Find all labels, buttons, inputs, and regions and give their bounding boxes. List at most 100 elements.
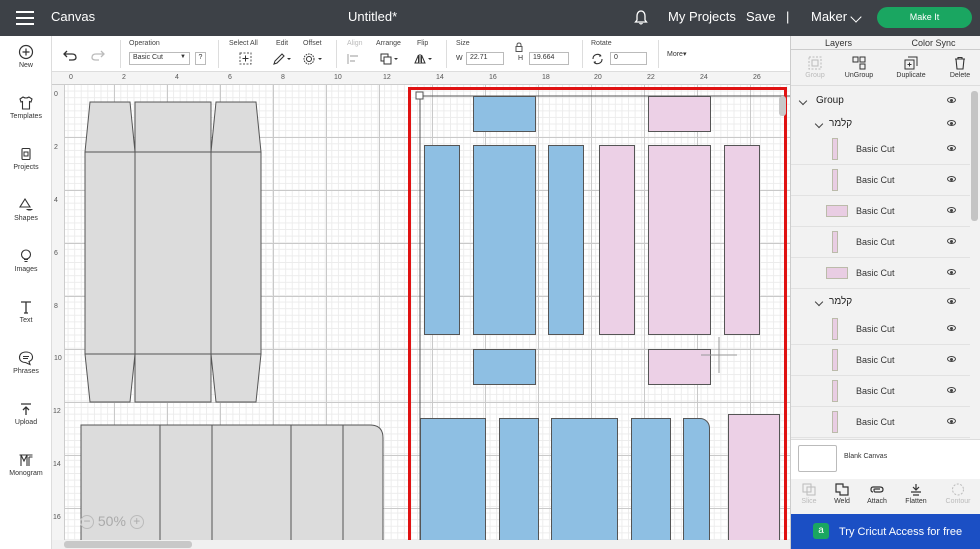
tab-layers[interactable]: Layers bbox=[791, 36, 886, 50]
duplicate-label: Duplicate bbox=[896, 72, 926, 79]
layer-row[interactable]: Basic Cut bbox=[791, 376, 970, 407]
eye-icon[interactable] bbox=[947, 97, 956, 103]
sidebar-item-phrases[interactable]: Phrases bbox=[0, 350, 52, 375]
eye-icon[interactable] bbox=[947, 238, 956, 244]
blank-canvas-row[interactable]: Blank Canvas bbox=[791, 439, 980, 479]
tab-color-sync[interactable]: Color Sync bbox=[886, 36, 980, 50]
select-all-icon[interactable] bbox=[239, 52, 252, 65]
ruler-tick: 14 bbox=[436, 74, 444, 81]
sidebar-item-projects[interactable]: Projects bbox=[0, 146, 52, 171]
more-button[interactable]: More▾ bbox=[667, 50, 686, 58]
delete-button[interactable]: Delete bbox=[936, 56, 980, 79]
canvas-horizontal-scrollbar[interactable] bbox=[52, 540, 790, 549]
sidebar-item-templates[interactable]: Templates bbox=[0, 95, 52, 120]
eye-icon[interactable] bbox=[947, 120, 956, 126]
rotate-icon[interactable] bbox=[591, 53, 604, 65]
rotate-input[interactable]: 0 bbox=[610, 52, 647, 65]
eye-icon[interactable] bbox=[947, 418, 956, 424]
save-button[interactable]: Save bbox=[746, 9, 776, 24]
sidebar-item-monogram[interactable]: Monogram bbox=[0, 452, 52, 477]
chevron-down-icon[interactable] bbox=[814, 297, 824, 307]
top-ruler: 0 2 4 6 8 10 12 14 16 18 20 22 24 26 bbox=[52, 72, 790, 85]
chevron-down-icon[interactable] bbox=[798, 96, 808, 106]
eye-icon[interactable] bbox=[947, 145, 956, 151]
undo-icon[interactable] bbox=[63, 49, 77, 61]
sidebar-item-new[interactable]: New bbox=[0, 44, 52, 69]
pen-icon[interactable] bbox=[273, 53, 291, 65]
sidebar-item-images[interactable]: Images bbox=[0, 248, 52, 273]
cricut-access-cta[interactable]: Try Cricut Access for free bbox=[839, 526, 962, 538]
align-label: Align bbox=[347, 40, 363, 47]
layer-row[interactable]: Basic Cut bbox=[791, 196, 970, 227]
eye-icon[interactable] bbox=[947, 269, 956, 275]
layer-group-row[interactable]: Group bbox=[791, 93, 970, 113]
contour-button[interactable]: Contour bbox=[934, 483, 980, 505]
select-all-button[interactable]: Select All bbox=[229, 40, 258, 47]
design-canvas[interactable] bbox=[65, 85, 790, 540]
ruler-tick: 12 bbox=[53, 408, 61, 415]
canvas-vertical-scrollbar[interactable] bbox=[779, 96, 786, 536]
arrange-icon[interactable] bbox=[380, 53, 400, 65]
sidebar-item-shapes[interactable]: Shapes bbox=[0, 197, 52, 222]
layer-subgroup-row[interactable]: קלמר bbox=[791, 294, 970, 314]
document-title[interactable]: Untitled* bbox=[348, 9, 397, 24]
layer-subgroup-row[interactable]: קלמר bbox=[791, 116, 970, 136]
layer-row[interactable]: Basic Cut bbox=[791, 314, 970, 345]
bell-icon[interactable] bbox=[634, 10, 648, 25]
layer-name: Basic Cut bbox=[856, 237, 895, 247]
width-input[interactable]: 22.71 bbox=[466, 52, 504, 65]
delete-label: Delete bbox=[949, 72, 971, 79]
redo-icon[interactable] bbox=[91, 49, 105, 61]
chevron-down-icon[interactable] bbox=[814, 119, 824, 129]
scrollbar-thumb[interactable] bbox=[779, 96, 786, 116]
eye-icon[interactable] bbox=[947, 298, 956, 304]
layer-name: Basic Cut bbox=[856, 417, 895, 427]
eye-icon[interactable] bbox=[947, 325, 956, 331]
my-projects-link[interactable]: My Projects bbox=[668, 9, 736, 24]
hamburger-icon[interactable] bbox=[16, 11, 34, 25]
eye-icon[interactable] bbox=[947, 176, 956, 182]
make-it-button[interactable]: Make It bbox=[877, 7, 972, 28]
zoom-control: − 50% + bbox=[80, 513, 144, 530]
operation-select[interactable]: Basic Cut ▼ bbox=[129, 52, 190, 65]
eye-icon[interactable] bbox=[947, 387, 956, 393]
ungroup-button[interactable]: UnGroup bbox=[835, 56, 883, 79]
ruler-tick: 6 bbox=[54, 250, 58, 257]
panel-scrollbar[interactable] bbox=[970, 91, 979, 471]
canvas-color-swatch[interactable] bbox=[798, 445, 837, 472]
eye-icon[interactable] bbox=[947, 207, 956, 213]
scrollbar-thumb[interactable] bbox=[64, 541, 192, 548]
layer-row[interactable]: Basic Cut bbox=[791, 134, 970, 165]
duplicate-button[interactable]: Duplicate bbox=[887, 56, 935, 79]
red-highlight-frame bbox=[408, 87, 787, 540]
group-button[interactable]: Group bbox=[791, 56, 839, 79]
zoom-in-button[interactable]: + bbox=[129, 515, 144, 530]
sidebar-item-label: Phrases bbox=[13, 368, 39, 375]
projects-icon bbox=[21, 147, 31, 161]
grey-box-template[interactable] bbox=[84, 100, 264, 405]
operation-help-button[interactable]: ? bbox=[195, 52, 206, 65]
flatten-button[interactable]: Flatten bbox=[892, 483, 940, 505]
layer-thumbnail bbox=[826, 205, 848, 217]
machine-select[interactable]: Maker bbox=[811, 9, 847, 24]
layer-row[interactable]: Basic Cut bbox=[791, 345, 970, 376]
lock-icon[interactable] bbox=[515, 42, 523, 52]
layer-row[interactable]: Basic Cut bbox=[791, 165, 970, 196]
align-icon[interactable] bbox=[347, 53, 361, 65]
height-label: H bbox=[518, 55, 524, 62]
eye-icon[interactable] bbox=[947, 356, 956, 362]
height-input[interactable]: 19.664 bbox=[529, 52, 569, 65]
sidebar-item-text[interactable]: Text bbox=[0, 299, 52, 324]
cricut-access-banner[interactable]: a Try Cricut Access for free bbox=[791, 514, 980, 549]
layer-row[interactable]: Basic Cut bbox=[791, 258, 970, 289]
sidebar-item-upload[interactable]: Upload bbox=[0, 401, 52, 426]
scrollbar-thumb[interactable] bbox=[971, 91, 978, 221]
offset-icon[interactable] bbox=[303, 53, 323, 65]
layer-row[interactable]: Basic Cut bbox=[791, 227, 970, 258]
zoom-out-button[interactable]: − bbox=[80, 515, 94, 530]
flip-icon[interactable] bbox=[414, 53, 434, 65]
layer-row[interactable]: Basic Cut bbox=[791, 407, 970, 438]
ruler-tick: 8 bbox=[54, 303, 58, 310]
caret-down-icon: ▼ bbox=[180, 54, 186, 60]
chevron-down-icon[interactable] bbox=[850, 11, 862, 23]
